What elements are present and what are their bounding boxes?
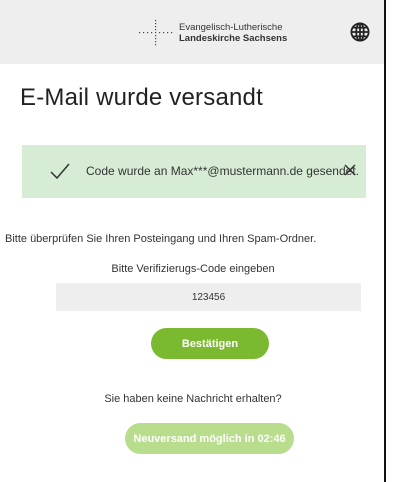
- verification-code-input[interactable]: [56, 283, 361, 311]
- success-alert: Code wurde an Max***@mustermann.de gesen…: [22, 145, 366, 198]
- page-title: E-Mail wurde versandt: [20, 84, 263, 111]
- confirm-button[interactable]: Bestätigen: [151, 328, 269, 359]
- page-frame: Evangelisch-Lutherische Landeskirche Sac…: [0, 0, 386, 482]
- org-name-line1: Evangelisch-Lutherische: [179, 22, 283, 33]
- close-icon[interactable]: [344, 164, 356, 176]
- header: Evangelisch-Lutherische Landeskirche Sac…: [0, 0, 384, 64]
- org-name-line2: Landeskirche Sachsens: [179, 33, 288, 44]
- check-icon: [50, 163, 70, 179]
- inbox-hint: Bitte überprüfen Sie Ihren Posteingang u…: [5, 233, 317, 245]
- code-label: Bitte Verifizierugs-Code eingeben: [111, 263, 275, 275]
- alert-message: Code wurde an Max***@mustermann.de gesen…: [86, 164, 359, 178]
- resend-button[interactable]: Neuversand möglich in 02:46: [125, 423, 294, 454]
- org-logo[interactable]: Evangelisch-Lutherische Landeskirche Sac…: [138, 20, 298, 46]
- cross-dots-logo-icon: [139, 20, 173, 46]
- no-message-text: Sie haben keine Nachricht erhalten?: [104, 393, 282, 405]
- globe-icon[interactable]: [350, 22, 370, 42]
